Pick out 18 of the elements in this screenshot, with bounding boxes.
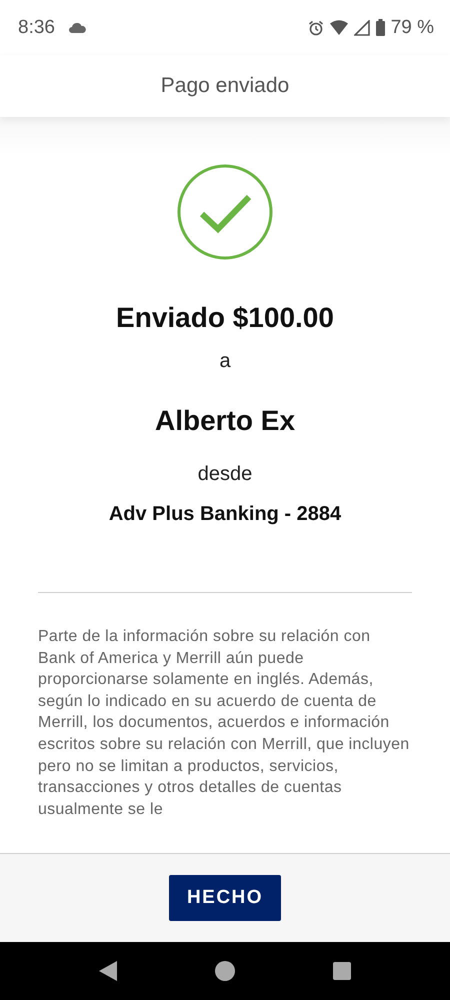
recipient-name: Alberto Ex	[154, 405, 296, 437]
cloud-icon	[68, 22, 86, 32]
home-icon[interactable]	[215, 961, 235, 981]
alarm-icon	[308, 20, 324, 36]
checkmark-icon	[177, 164, 273, 260]
done-button[interactable]: HECHO	[169, 875, 281, 921]
account-name: Adv Plus Banking - 2884	[108, 503, 342, 526]
signal-icon	[354, 20, 370, 36]
amount-sent: Enviado $100.00	[116, 302, 334, 334]
page-title: Pago enviado	[160, 74, 290, 98]
back-icon[interactable]	[99, 961, 117, 981]
wifi-icon	[330, 20, 348, 35]
battery-icon	[376, 19, 385, 36]
disclaimer-text: Parte de la información sobre su relación con Bank of America y Merrill aún puede proporcionarse solamente en inglés. Además, según lo indicado en su acuerdo de cuenta de Merrill, los documentos, acuerdos e información escritos sobre su relación con Merrill, que incluyen pero no se limitan a productos, servicios, transacciones y otros detalles de cuentas usualmente se le	[38, 627, 410, 820]
from-label: desde	[198, 463, 252, 486]
to-label: a	[219, 350, 231, 373]
battery-percentage: 79 %	[390, 16, 434, 38]
status-time: 8:36	[18, 16, 55, 38]
